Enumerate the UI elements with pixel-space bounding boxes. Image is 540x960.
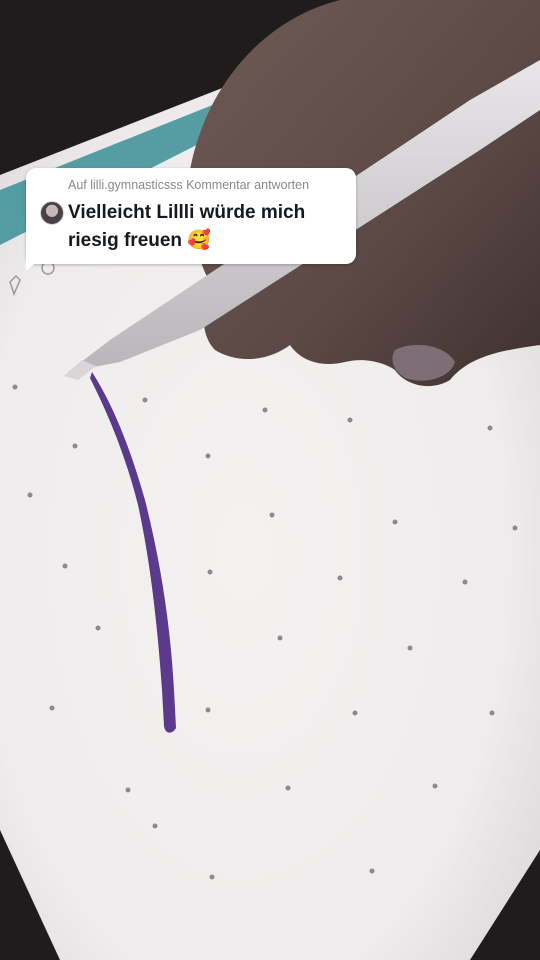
user-avatar-icon — [40, 201, 64, 225]
reply-comment-text: Vielleicht Lillli würde mich riesig freu… — [68, 202, 306, 251]
reply-card-tail — [26, 255, 44, 271]
reply-header: Auf lilli.gymnasticsss Kommentar antwort… — [68, 178, 310, 192]
photo-scene — [0, 0, 540, 960]
